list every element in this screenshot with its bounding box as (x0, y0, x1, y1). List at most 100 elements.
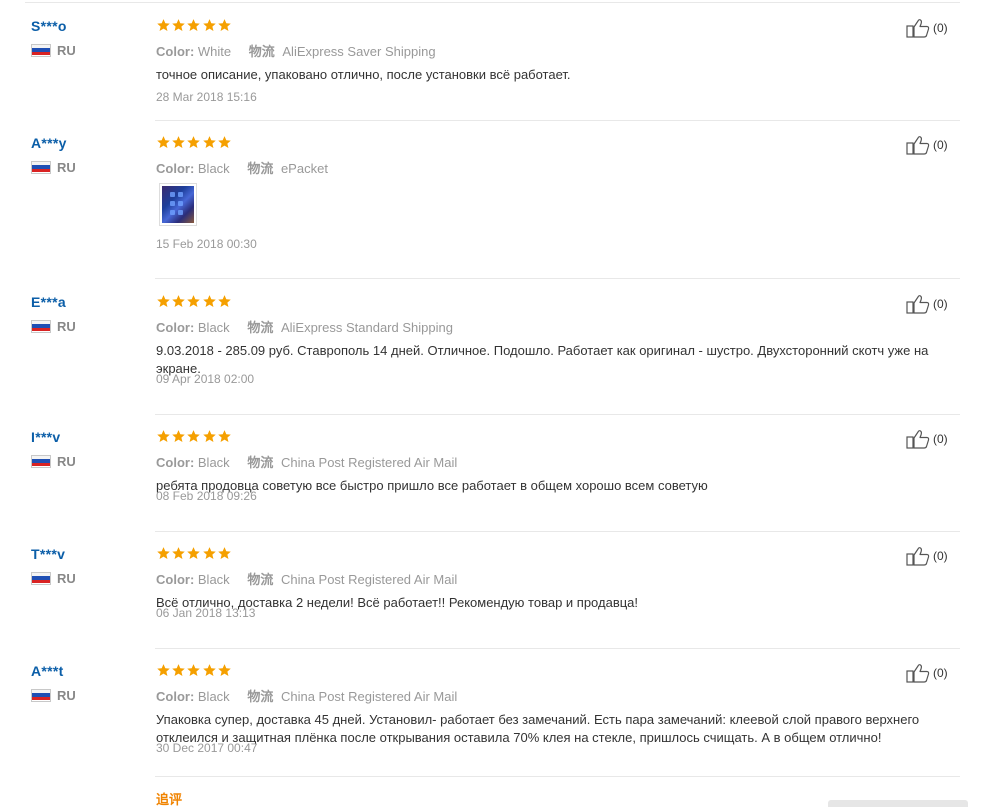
reviewer-country: RU (31, 687, 76, 703)
color-value: Black (197, 320, 230, 335)
color-value: Black (197, 572, 230, 587)
helpful-count: (0) (933, 138, 948, 152)
shipping-label: 物流 (247, 161, 274, 176)
star-icon (186, 294, 201, 309)
color-label: Color: (156, 44, 198, 59)
reviewer-name[interactable]: E***a (31, 294, 66, 310)
color-value: Black (197, 689, 230, 704)
color-label: Color: (156, 689, 198, 704)
review-attributes: Color: Black 物流 China Post Registered Ai… (156, 686, 457, 705)
russia-flag-icon (31, 571, 51, 585)
star-icon (202, 663, 217, 678)
followup-link[interactable]: 追评 (156, 789, 182, 808)
shipping-label: 物流 (247, 689, 274, 704)
shipping-value: China Post Registered Air Mail (280, 455, 458, 470)
star-rating (156, 663, 232, 679)
review-attributes: Color: Black 物流 ePacket (156, 158, 328, 177)
star-icon (186, 663, 201, 678)
review-attributes: Color: Black 物流 China Post Registered Ai… (156, 452, 457, 471)
star-icon (217, 18, 232, 33)
star-icon (171, 546, 186, 561)
review-text: ребята продовца советую все быстро пришл… (156, 478, 708, 493)
star-icon (217, 546, 232, 561)
review-date: 09 Apr 2018 02:00 (156, 372, 255, 386)
color-label: Color: (156, 320, 198, 335)
star-icon (202, 18, 217, 33)
star-icon (171, 663, 186, 678)
color-label: Color: (156, 572, 198, 587)
review-text: Всё отлично, доставка 2 недели! Всё рабо… (156, 595, 639, 610)
thumbs-up-icon (906, 547, 930, 566)
shipping-value: AliExpress Saver Shipping (282, 44, 436, 59)
star-icon (186, 546, 201, 561)
russia-flag-icon (31, 43, 51, 57)
russia-flag-icon (31, 454, 51, 468)
star-rating (156, 294, 232, 310)
reviewer-country: RU (31, 159, 76, 175)
reviewer-name[interactable]: S***o (31, 18, 67, 34)
helpful-count: (0) (933, 21, 948, 35)
russia-flag-icon (31, 160, 51, 174)
shipping-value: AliExpress Standard Shipping (280, 320, 453, 335)
helpful-button[interactable]: (0) (906, 663, 948, 683)
star-icon (217, 135, 232, 150)
review-text: 9.03.2018 - 285.09 руб. Ставрополь 14 дн… (156, 343, 929, 376)
star-rating (156, 135, 232, 151)
star-icon (171, 135, 186, 150)
star-icon (217, 663, 232, 678)
star-rating (156, 546, 232, 562)
review-date: 15 Feb 2018 00:30 (156, 237, 257, 251)
reviewer-country: RU (31, 453, 76, 469)
country-code: RU (57, 42, 76, 58)
helpful-button[interactable]: (0) (906, 546, 948, 566)
star-icon (202, 294, 217, 309)
review-photo-thumbnail[interactable] (159, 183, 197, 226)
color-value: Black (197, 161, 230, 176)
shipping-value: China Post Registered Air Mail (280, 689, 458, 704)
color-label: Color: (156, 161, 198, 176)
helpful-count: (0) (933, 666, 948, 680)
review-attributes: Color: White 物流 AliExpress Saver Shippin… (156, 41, 436, 60)
review-divider (155, 531, 960, 532)
star-icon (156, 663, 171, 678)
reviewer-name[interactable]: T***v (31, 546, 65, 562)
shipping-value: China Post Registered Air Mail (280, 572, 458, 587)
review-text: Упаковка супер, доставка 45 дней. Устано… (156, 712, 920, 745)
russia-flag-icon (31, 319, 51, 333)
country-code: RU (57, 453, 76, 469)
shipping-label: 物流 (247, 320, 274, 335)
helpful-button[interactable]: (0) (906, 429, 948, 449)
country-code: RU (57, 159, 76, 175)
reviewer-name[interactable]: A***y (31, 135, 67, 151)
helpful-count: (0) (933, 549, 948, 563)
reviewer-name[interactable]: I***v (31, 429, 61, 445)
review-divider (155, 648, 960, 649)
reviewer-country: RU (31, 42, 76, 58)
star-icon (202, 135, 217, 150)
star-rating (156, 18, 232, 34)
star-icon (171, 429, 186, 444)
review-date: 08 Feb 2018 09:26 (156, 489, 257, 503)
reviewer-name[interactable]: A***t (31, 663, 64, 679)
review-divider (155, 278, 960, 279)
helpful-button[interactable]: (0) (906, 294, 948, 314)
star-icon (202, 429, 217, 444)
thumbs-up-icon (906, 664, 930, 683)
reviewer-country: RU (31, 571, 76, 586)
review-text: точное описание, упаковано отлично, посл… (156, 67, 571, 82)
star-icon (171, 294, 186, 309)
color-label: Color: (156, 455, 198, 470)
country-code: RU (57, 318, 76, 334)
color-value: Black (197, 455, 230, 470)
star-icon (202, 546, 217, 561)
review-date: 06 Jan 2018 13:13 (156, 606, 256, 620)
helpful-button[interactable]: (0) (906, 18, 948, 38)
star-icon (156, 294, 171, 309)
review-date: 30 Dec 2017 00:47 (156, 741, 258, 755)
star-icon (186, 135, 201, 150)
star-icon (217, 294, 232, 309)
helpful-button[interactable]: (0) (906, 135, 948, 155)
star-icon (156, 135, 171, 150)
country-code: RU (57, 687, 76, 703)
review-attributes: Color: Black 物流 China Post Registered Ai… (156, 569, 457, 588)
